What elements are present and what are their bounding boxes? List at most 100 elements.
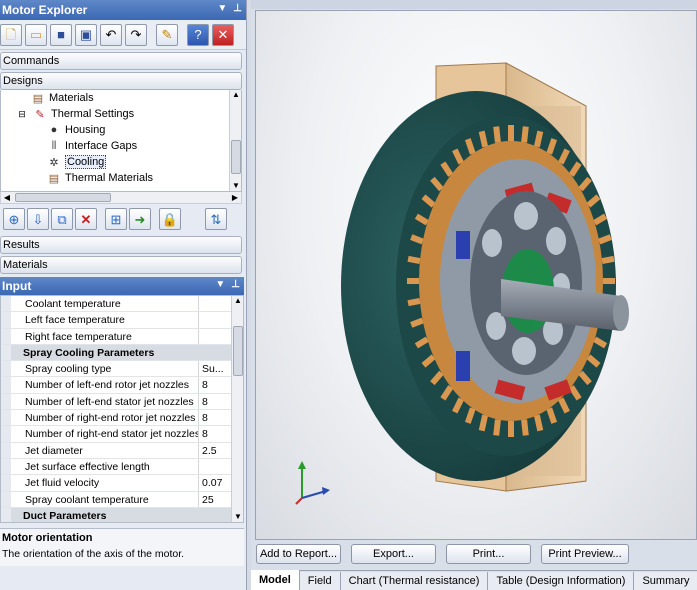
stator-tooth — [478, 130, 489, 148]
properties-icon[interactable]: ✎ — [156, 23, 178, 46]
grid-property-row[interactable]: Spray cooling type Su... — [1, 361, 243, 378]
grid-gutter — [1, 507, 11, 522]
grid-property-row[interactable]: Coolant temperature — [1, 296, 243, 313]
delete-design-icon[interactable]: ✕ — [75, 208, 97, 230]
grid-property-row[interactable]: Right face temperature — [1, 328, 243, 345]
property-value[interactable]: Su... — [199, 361, 229, 376]
import-design-icon[interactable]: ⇩ — [27, 208, 49, 230]
grid-property-row[interactable]: Left face temperature — [1, 312, 243, 329]
property-value[interactable]: 8 — [199, 426, 229, 441]
property-grid: Coolant temperature Left face temperature… — [0, 295, 244, 523]
designs-section[interactable]: Designs — [0, 72, 242, 90]
materials-icon: ▤ — [32, 92, 44, 105]
grid-category-row[interactable]: Spray Cooling Parameters — [1, 344, 243, 362]
property-value[interactable]: 8 — [199, 394, 229, 409]
close-icon[interactable]: ✕ — [212, 23, 234, 46]
property-value[interactable] — [199, 296, 229, 311]
grid-gutter — [1, 491, 11, 507]
results-section[interactable]: Results — [0, 236, 242, 254]
dropdown-arrow-icon[interactable]: ▼ — [217, 3, 227, 14]
tree-label: Thermal Settings — [51, 108, 135, 120]
scroll-down-arrow-icon[interactable]: ▼ — [230, 181, 241, 191]
save-icon[interactable]: ■ — [50, 23, 72, 46]
property-value[interactable]: 2.5 — [199, 443, 229, 458]
scroll-left-arrow-icon[interactable]: ◀ — [1, 192, 13, 203]
grid-category-row[interactable]: Duct Parameters — [1, 507, 243, 522]
grid-property-row[interactable]: Number of right-end rotor jet nozzles 8 — [1, 410, 243, 427]
scroll-down-arrow-icon[interactable]: ▼ — [232, 512, 243, 522]
stator-tooth — [598, 234, 612, 245]
sort-icon[interactable]: ⇅ — [205, 208, 227, 230]
grid-property-row[interactable]: Spray coolant temperature 25 — [1, 491, 243, 508]
scroll-thumb[interactable] — [233, 326, 243, 376]
grid-gutter — [1, 328, 11, 344]
tree-horizontal-scrollbar[interactable]: ◀ ▶ — [0, 192, 242, 204]
grid-property-row[interactable]: Jet diameter 2.5 — [1, 442, 243, 459]
commands-section[interactable]: Commands — [0, 52, 242, 70]
tab-model[interactable]: Model — [251, 570, 300, 590]
input-title-bar: Input ▼ ⊥ — [0, 277, 244, 295]
tree-vertical-scrollbar[interactable]: ▲ ▼ — [229, 90, 241, 191]
add-design-icon[interactable]: ⊕ — [3, 208, 25, 230]
tab-field[interactable]: Field — [299, 572, 341, 590]
description-text: The orientation of the axis of the motor… — [2, 548, 185, 560]
tree-label: Housing — [65, 124, 106, 136]
materials-section[interactable]: Materials — [0, 256, 242, 274]
new-icon[interactable]: 🗋 — [0, 23, 22, 46]
property-name: Jet surface effective length — [11, 458, 199, 475]
grid-property-row[interactable]: Number of right-end stator jet nozzles 8 — [1, 426, 243, 443]
print-preview-button[interactable]: Print Preview... — [541, 544, 629, 564]
grid-vertical-scrollbar[interactable]: ▲ ▼ — [231, 296, 243, 522]
tree-item-cooling[interactable]: ✲ Cooling — [47, 154, 107, 170]
redo-icon[interactable]: ↷ — [125, 23, 147, 46]
print-button[interactable]: Print... — [446, 544, 531, 564]
grid-property-row[interactable]: Jet surface effective length — [1, 458, 243, 476]
scroll-right-arrow-icon[interactable]: ▶ — [229, 192, 241, 203]
property-value[interactable]: 25 — [199, 492, 229, 507]
add-to-report-button[interactable]: Add to Report... — [256, 544, 341, 564]
scroll-up-arrow-icon[interactable]: ▲ — [230, 90, 241, 100]
grid-property-row[interactable]: Jet fluid velocity 0.07 — [1, 475, 243, 492]
grid-gutter — [1, 442, 11, 458]
property-value[interactable]: 8 — [199, 410, 229, 425]
property-name: Coolant temperature — [11, 296, 199, 312]
grid-gutter — [1, 312, 11, 328]
scroll-thumb[interactable] — [15, 193, 111, 202]
lock-icon[interactable]: 🔒 — [159, 208, 181, 230]
compare-icon[interactable]: ⊞ — [105, 208, 127, 230]
property-name: Spray cooling type — [11, 361, 199, 377]
property-value[interactable]: 0.07 — [199, 475, 229, 490]
3d-viewport[interactable] — [255, 10, 697, 540]
open-icon[interactable]: ▭ — [25, 23, 47, 46]
tree-item-interface-gaps[interactable]: ⫴ Interface Gaps — [47, 138, 137, 154]
grid-gutter — [1, 377, 11, 393]
tree-item-materials[interactable]: ▤ Materials — [31, 90, 94, 106]
tab-summary[interactable]: Summary — [634, 572, 697, 590]
export-button[interactable]: Export... — [351, 544, 436, 564]
property-value[interactable]: 8 — [199, 377, 229, 392]
property-value[interactable] — [199, 329, 229, 344]
tree-item-housing[interactable]: ● Housing — [47, 122, 106, 138]
view-button-row: Add to Report... Export... Print... Prin… — [251, 544, 629, 566]
dropdown-arrow-icon[interactable]: ▼ — [215, 279, 225, 290]
property-name: Spray Cooling Parameters — [23, 346, 155, 359]
copy-design-icon[interactable]: ⧉ — [51, 208, 73, 230]
undo-icon[interactable]: ↶ — [100, 23, 122, 46]
grid-property-row[interactable]: Number of left-end rotor jet nozzles 8 — [1, 377, 243, 394]
grid-property-row[interactable]: Number of left-end stator jet nozzles 8 — [1, 393, 243, 411]
pin-icon[interactable]: ⊥ — [233, 3, 242, 14]
tree-item-thermal-materials[interactable]: ▤ Thermal Materials — [47, 170, 153, 186]
scroll-thumb[interactable] — [231, 140, 241, 174]
tab-table-design-information[interactable]: Table (Design Information) — [488, 572, 635, 590]
save-as-icon[interactable]: ▣ — [75, 23, 97, 46]
property-value[interactable] — [199, 312, 229, 327]
collapse-icon[interactable]: ⊟ — [15, 107, 29, 121]
property-value[interactable] — [199, 459, 229, 474]
tree-item-thermal-settings[interactable]: ⊟ ✎ Thermal Settings — [15, 106, 134, 122]
scroll-up-arrow-icon[interactable]: ▲ — [232, 296, 243, 306]
tab-chart-thermal-resistance[interactable]: Chart (Thermal resistance) — [340, 572, 489, 590]
description-pane: Motor orientation The orientation of the… — [0, 528, 244, 566]
export-design-icon[interactable]: ➜ — [129, 208, 151, 230]
pin-icon[interactable]: ⊥ — [231, 279, 240, 290]
help-icon[interactable]: ? — [187, 23, 209, 46]
